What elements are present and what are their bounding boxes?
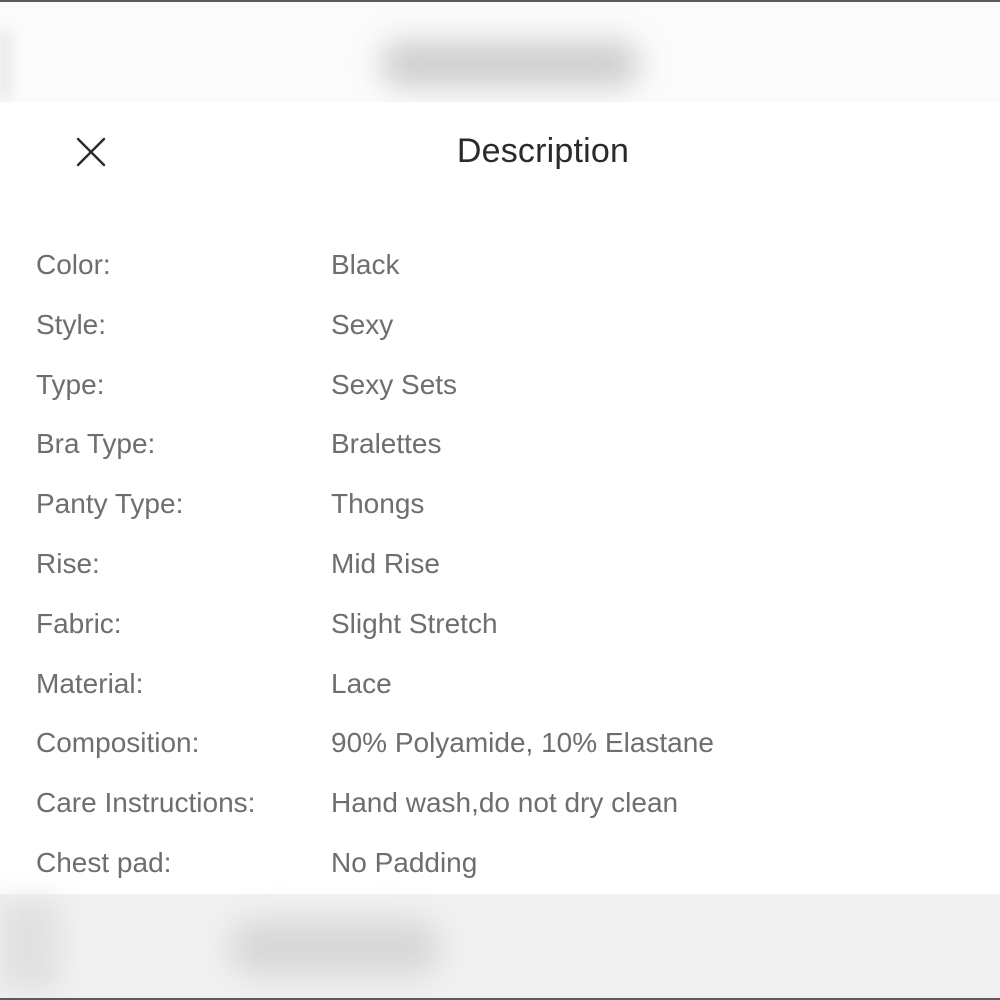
spec-label: Color: [36, 249, 111, 280]
spec-row: Style: Sexy [0, 295, 1000, 355]
page-title: Description [456, 132, 630, 170]
spec-label: Composition: [36, 727, 200, 759]
spec-value: Hand wash,do not dry clean [331, 787, 679, 819]
spec-row: Composition: 90% Polyamide, 10% Elastane [0, 713, 1000, 773]
spec-row: Rise: Mid Rise [0, 534, 1000, 594]
spec-label: Bra Type: [36, 428, 156, 460]
blurred-bottom-content [230, 920, 440, 975]
spec-value: Slight Stretch [331, 607, 498, 639]
spec-value: Bralettes [331, 428, 442, 460]
spec-value: No Padding [331, 846, 478, 878]
spec-label: Chest pad: [36, 846, 172, 878]
spec-label: Rise: [36, 547, 100, 579]
description-sheet: Description Color: Black Style: Sexy Typ… [0, 102, 1000, 894]
spec-row: Type: Sexy Sets [0, 355, 1000, 415]
spec-label: Fabric: [36, 607, 122, 639]
spec-row: Chest pad: No Padding [0, 833, 1000, 893]
spec-row: Care Instructions: Hand wash,do not dry … [0, 773, 1000, 833]
spec-value: Thongs [331, 488, 425, 520]
spec-label: Panty Type: [36, 488, 184, 520]
spec-value: Sexy Sets [331, 368, 458, 400]
spec-label: Care Instructions: [36, 787, 256, 819]
spec-label: Type: [36, 368, 105, 400]
spec-value: Sexy [331, 308, 394, 340]
spec-list: Color: Black Style: Sexy Type: Sexy Sets… [0, 235, 1000, 893]
spec-row: Fabric: Slight Stretch [0, 594, 1000, 654]
spec-value: Black [331, 249, 400, 280]
blurred-top-edge [0, 30, 10, 100]
spec-value: Lace [331, 667, 392, 699]
spec-row: Color: Black [0, 235, 1000, 295]
spec-label: Material: [36, 667, 144, 699]
spec-value: Mid Rise [331, 547, 440, 579]
spec-row: Material: Lace [0, 654, 1000, 714]
spec-value: 90% Polyamide, 10% Elastane [331, 727, 714, 759]
blurred-top-content [380, 40, 640, 88]
sheet-header: Description [0, 102, 1000, 208]
spec-row: Panty Type: Thongs [0, 474, 1000, 534]
blurred-bottom-edge [0, 900, 60, 990]
blurred-bottom-region [0, 894, 1000, 998]
spec-label: Style: [36, 308, 107, 340]
spec-row: Bra Type: Bralettes [0, 414, 1000, 474]
